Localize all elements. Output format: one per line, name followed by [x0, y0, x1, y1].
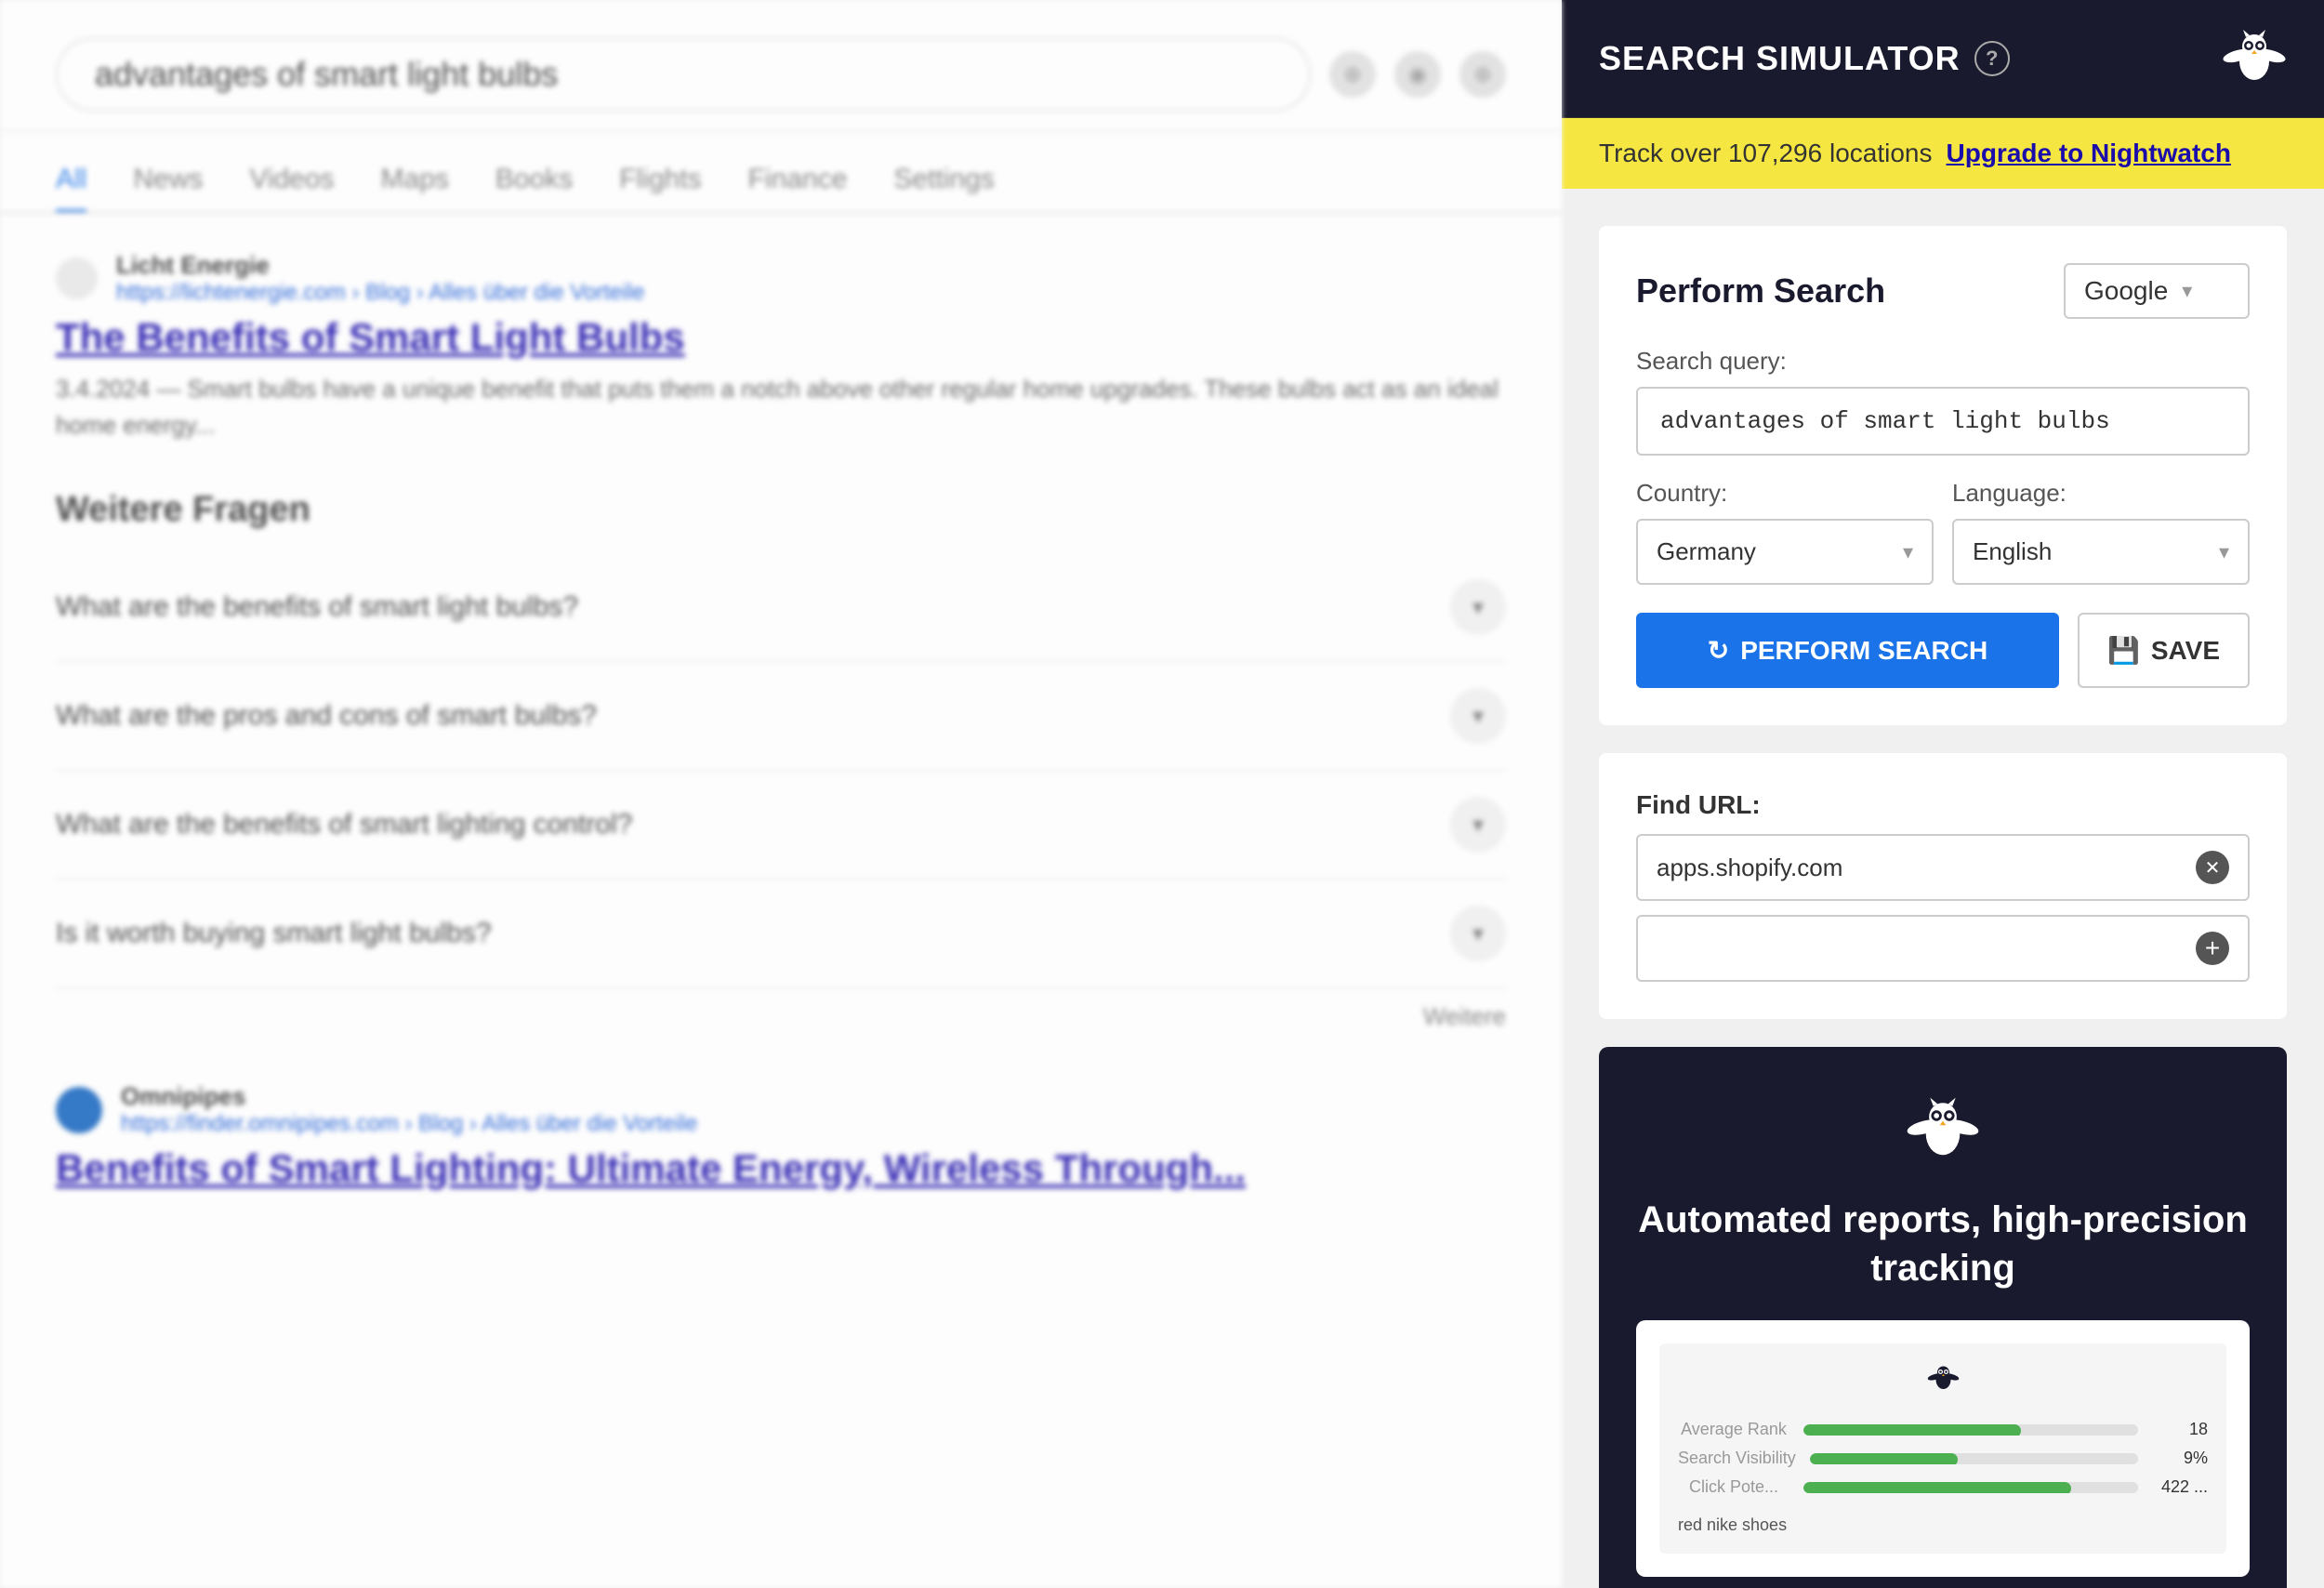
results-content: Licht Energie https://lichtenergie.com ›…	[0, 214, 1562, 1275]
result-source-1: Licht Energie https://lichtenergie.com ›…	[56, 251, 1506, 306]
simulator-body: Perform Search Google ▾ Search query: Co…	[1562, 189, 2324, 1588]
ad-search-query: red nike shoes	[1678, 1515, 2208, 1535]
result-favicon-1	[56, 258, 98, 299]
country-select[interactable]: Germany ▾	[1636, 519, 1934, 585]
result-title-1: The Benefits of Smart Light Bulbs	[56, 315, 1506, 360]
url-add-icon[interactable]: +	[2196, 932, 2229, 965]
language-select[interactable]: English ▾	[1952, 519, 2250, 585]
result-title-2: Benefits of Smart Lighting: Ultimate Ene…	[56, 1146, 1506, 1191]
faq-text-1: What are the pros and cons of smart bulb…	[56, 700, 597, 732]
ad-progress-1	[1810, 1453, 1958, 1464]
lens-icon: ◉	[1394, 51, 1441, 98]
faq-expand-0: ▾	[1450, 579, 1506, 635]
find-url-label: Find URL:	[1636, 790, 2250, 820]
tab-videos: Videos	[249, 150, 334, 212]
find-url-section: Find URL: ✕ +	[1599, 753, 2287, 1019]
ad-stats-row-1: Search Visibility 9%	[1678, 1449, 2208, 1468]
refresh-icon: ↻	[1708, 635, 1729, 666]
save-button-label: SAVE	[2151, 636, 2220, 666]
tab-flights: Flights	[619, 150, 701, 212]
search-query-input[interactable]	[1636, 387, 2250, 456]
search-bar-area: advantages of smart light bulbs ⊕ ◉ ⊕	[0, 0, 1562, 131]
tab-settings: Settings	[893, 150, 994, 212]
result-snippet-1: 3.4.2024 — Smart bulbs have a unique ben…	[56, 371, 1506, 443]
help-icon[interactable]: ?	[1974, 41, 2010, 76]
country-chevron: ▾	[1903, 540, 1913, 564]
search-query-text: advantages of smart light bulbs	[95, 55, 558, 94]
faq-expand-3: ▾	[1450, 906, 1506, 961]
faq-expand-1: ▾	[1450, 688, 1506, 744]
ad-owl-logo	[1636, 1093, 2250, 1172]
engine-label: Google	[2084, 276, 2168, 306]
language-label: Language:	[1952, 479, 2250, 508]
result-source-2: Omnipipes https://finder.omnipipes.com ›…	[56, 1082, 1506, 1137]
ad-title: Automated reports, high-precision tracki…	[1636, 1196, 2250, 1292]
faq-item-2: What are the benefits of smart lighting …	[56, 771, 1506, 880]
faq-text-3: Is it worth buying smart light bulbs?	[56, 918, 492, 949]
search-tabs: All News Videos Maps Books Flights Finan…	[0, 131, 1562, 214]
perform-button-label: PERFORM SEARCH	[1740, 636, 1987, 666]
country-label: Country:	[1636, 479, 1934, 508]
language-value: English	[1973, 537, 2052, 566]
owl-logo-icon	[2222, 26, 2287, 91]
search-query-label: Search query:	[1636, 347, 2250, 376]
faq-section-header: Weitere Fragen	[56, 490, 1506, 530]
result-source-name-2: Omnipipes	[121, 1082, 697, 1111]
faq-item-3: Is it worth buying smart light bulbs? ▾	[56, 880, 1506, 988]
tab-all: All	[56, 150, 86, 212]
ad-stats-row-0: Average Rank 18	[1678, 1420, 2208, 1439]
result-source-name-1: Licht Energie	[116, 251, 644, 280]
faq-more: Weitere	[56, 988, 1506, 1045]
url-input-1[interactable]	[1657, 854, 2196, 882]
save-button[interactable]: 💾 SAVE	[2078, 613, 2250, 688]
tab-maps: Maps	[381, 150, 449, 212]
upgrade-banner: Track over 107,296 locations Upgrade to …	[1562, 118, 2324, 189]
tab-news: News	[133, 150, 203, 212]
url-add-row: +	[1636, 915, 2250, 982]
ad-stats-row-2: Click Pote... 422 ...	[1678, 1477, 2208, 1497]
save-icon: 💾	[2107, 635, 2140, 666]
perform-search-title: Perform Search	[1636, 271, 1885, 311]
perform-search-button[interactable]: ↻ PERFORM SEARCH	[1636, 613, 2059, 688]
ad-banner: Automated reports, high-precision tracki…	[1599, 1047, 2287, 1588]
url-clear-icon[interactable]: ✕	[2196, 851, 2229, 884]
ad-screenshot: Average Rank 18 Search Visibility 9%	[1636, 1320, 2250, 1577]
country-value: Germany	[1657, 537, 1756, 566]
faq-text-0: What are the benefits of smart light bul…	[56, 591, 578, 623]
result-url-1: https://lichtenergie.com › Blog › Alles …	[116, 280, 644, 306]
language-chevron: ▾	[2219, 540, 2229, 564]
faq-item-0: What are the benefits of smart light bul…	[56, 553, 1506, 662]
ad-progress-2	[1803, 1482, 2071, 1493]
result-item-2: Omnipipes https://finder.omnipipes.com ›…	[56, 1082, 1506, 1191]
ad-progress-0	[1803, 1424, 2021, 1436]
tab-finance: Finance	[748, 150, 848, 212]
result-url-2: https://finder.omnipipes.com › Blog › Al…	[121, 1111, 697, 1137]
engine-select[interactable]: Google ▾	[2064, 263, 2250, 319]
upgrade-banner-text: Track over 107,296 locations	[1599, 139, 1933, 168]
fake-search-box: advantages of smart light bulbs	[56, 37, 1311, 112]
result-item-1: Licht Energie https://lichtenergie.com ›…	[56, 251, 1506, 443]
url-add-input[interactable]	[1657, 934, 2196, 963]
simulator-header: SEARCH SIMULATOR ?	[1562, 0, 2324, 118]
faq-text-2: What are the benefits of smart lighting …	[56, 809, 632, 840]
tab-books: Books	[495, 150, 573, 212]
search-results-panel: advantages of smart light bulbs ⊕ ◉ ⊕ Al…	[0, 0, 1562, 1588]
mic-icon: ⊕	[1329, 51, 1376, 98]
search-icon: ⊕	[1459, 51, 1506, 98]
engine-chevron: ▾	[2182, 279, 2192, 303]
faq-item-1: What are the pros and cons of smart bulb…	[56, 662, 1506, 771]
simulator-panel: SEARCH SIMULATOR ?	[1562, 0, 2324, 1588]
url-input-row-1: ✕	[1636, 834, 2250, 901]
upgrade-link[interactable]: Upgrade to Nightwatch	[1947, 139, 2231, 168]
result-favicon-2	[56, 1087, 102, 1133]
faq-expand-2: ▾	[1450, 797, 1506, 853]
ad-small-owl	[1678, 1362, 2208, 1399]
simulator-title: SEARCH SIMULATOR	[1599, 39, 1961, 78]
perform-search-section: Perform Search Google ▾ Search query: Co…	[1599, 226, 2287, 725]
